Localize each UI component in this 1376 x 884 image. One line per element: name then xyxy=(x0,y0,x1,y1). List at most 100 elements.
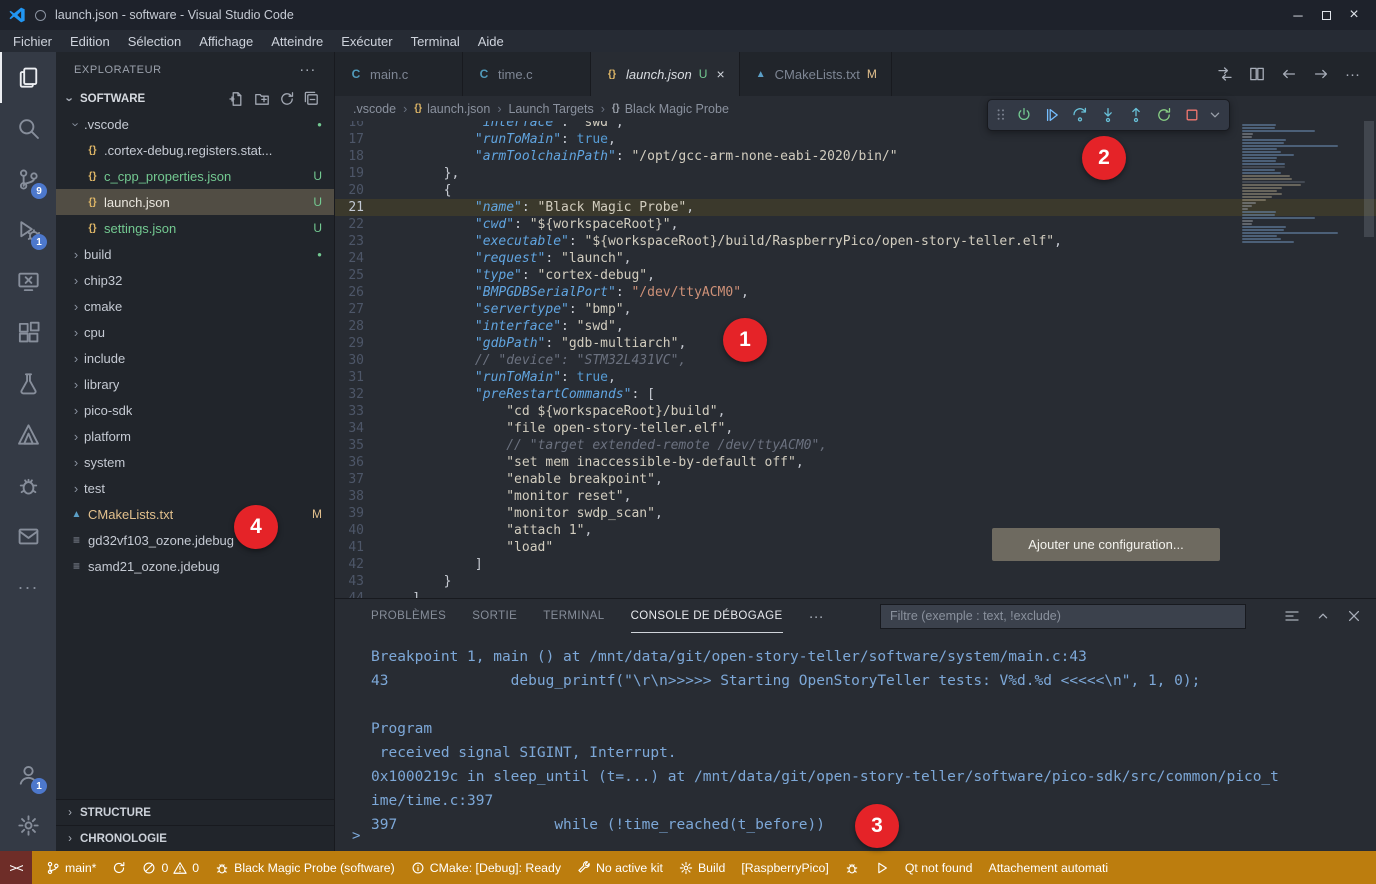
explorer-section-header[interactable]: › SOFTWARE xyxy=(56,87,334,111)
activity-item-screen[interactable] xyxy=(0,256,56,307)
tree-item-pico-sdk[interactable]: ›pico-sdk xyxy=(56,397,334,423)
panel-tab-console-de-débogage[interactable]: CONSOLE DE DÉBOGAGE xyxy=(631,599,783,633)
continue-icon[interactable] xyxy=(1038,102,1065,128)
tree-item-gd32vf103-ozone.jdebug[interactable]: ≡gd32vf103_ozone.jdebug xyxy=(56,527,334,553)
code-line-22[interactable]: 22 "cwd": "${workspaceRoot}", xyxy=(335,216,1376,233)
restart-icon[interactable] xyxy=(1150,102,1177,128)
code-line-32[interactable]: 32 "preRestartCommands": [ xyxy=(335,386,1376,403)
code-line-27[interactable]: 27 "servertype": "bmp", xyxy=(335,301,1376,318)
status-launch[interactable] xyxy=(867,851,897,884)
code-line-36[interactable]: 36 "set mem inaccessible-by-default off"… xyxy=(335,454,1376,471)
code-line-30[interactable]: 30 // "device": "STM32L431VC", xyxy=(335,352,1376,369)
minimize-icon[interactable]: ─ xyxy=(1284,3,1312,27)
status-auto-attach[interactable]: Attachement automati xyxy=(981,851,1117,884)
activity-item-settings[interactable] xyxy=(0,800,56,851)
code-line-21[interactable]: 21 "name": "Black Magic Probe", xyxy=(335,199,1376,216)
section-chronologie[interactable]: ›CHRONOLOGIE xyxy=(56,825,334,851)
tree-item-.vscode[interactable]: ›.vscode● xyxy=(56,111,334,137)
tree-item-cmakelists.txt[interactable]: ▲CMakeLists.txtM xyxy=(56,501,334,527)
status-debug[interactable] xyxy=(837,851,867,884)
tree-item-platform[interactable]: ›platform xyxy=(56,423,334,449)
step-into-icon[interactable] xyxy=(1094,102,1121,128)
activity-item-mail[interactable] xyxy=(0,511,56,562)
explorer-more-icon[interactable]: ··· xyxy=(299,61,316,78)
activity-item-extensions[interactable] xyxy=(0,307,56,358)
status-branch[interactable]: main* xyxy=(38,851,104,884)
status-cmake-status[interactable]: CMake: [Debug]: Ready xyxy=(403,851,569,884)
compare-icon[interactable] xyxy=(1217,66,1233,82)
activity-item-cmake[interactable] xyxy=(0,409,56,460)
tree-item-test[interactable]: ›test xyxy=(56,475,334,501)
step-out-icon[interactable] xyxy=(1122,102,1149,128)
tab-time.c[interactable]: Ctime.c xyxy=(463,52,591,96)
new-folder-icon[interactable] xyxy=(254,91,270,107)
code-line-43[interactable]: 43 } xyxy=(335,573,1376,590)
menu-edition[interactable]: Edition xyxy=(61,30,119,52)
activity-item-more[interactable]: ··· xyxy=(0,562,56,613)
refresh-icon[interactable] xyxy=(279,91,295,107)
menu-sélection[interactable]: Sélection xyxy=(119,30,190,52)
status-problems[interactable]: 00 xyxy=(134,851,207,884)
code-line-24[interactable]: 24 "request": "launch", xyxy=(335,250,1376,267)
tab-main.c[interactable]: Cmain.c xyxy=(335,52,463,96)
chevron-down-icon[interactable] xyxy=(1206,102,1224,128)
console-filter-input[interactable] xyxy=(880,604,1246,629)
section-structure[interactable]: ›STRUCTURE xyxy=(56,799,334,825)
menu-affichage[interactable]: Affichage xyxy=(190,30,262,52)
code-line-19[interactable]: 19 }, xyxy=(335,165,1376,182)
close-icon[interactable]: × xyxy=(716,66,724,82)
panel-tab-terminal[interactable]: TERMINAL xyxy=(543,599,604,633)
menu-terminal[interactable]: Terminal xyxy=(402,30,469,52)
code-line-25[interactable]: 25 "type": "cortex-debug", xyxy=(335,267,1376,284)
panel-more-icon[interactable]: ··· xyxy=(809,608,824,625)
code-line-35[interactable]: 35 // "target extended-remote /dev/ttyAC… xyxy=(335,437,1376,454)
code-line-37[interactable]: 37 "enable breakpoint", xyxy=(335,471,1376,488)
code-line-38[interactable]: 38 "monitor reset", xyxy=(335,488,1376,505)
breadcrumb-item-black-magic-probe[interactable]: {}Black Magic Probe xyxy=(612,102,729,116)
tree-item-c-cpp-properties.json[interactable]: {}c_cpp_properties.jsonU xyxy=(56,163,334,189)
tree-item-launch.json[interactable]: {}launch.jsonU xyxy=(56,189,334,215)
breadcrumb-item-launch.json[interactable]: {}launch.json xyxy=(414,102,490,116)
status-build[interactable]: Build xyxy=(671,851,733,884)
tree-item-include[interactable]: ›include xyxy=(56,345,334,371)
menu-exécuter[interactable]: Exécuter xyxy=(332,30,401,52)
remote-indicator[interactable]: >< xyxy=(0,851,32,884)
close-icon[interactable] xyxy=(1346,608,1362,624)
tree-item-samd21-ozone.jdebug[interactable]: ≡samd21_ozone.jdebug xyxy=(56,553,334,579)
activity-item-source-control[interactable]: 9 xyxy=(0,154,56,205)
editor-scrollbar[interactable] xyxy=(1364,121,1374,237)
activity-item-account[interactable]: 1 xyxy=(0,749,56,800)
output-lines-icon[interactable] xyxy=(1284,608,1300,624)
breadcrumb-item-.vscode[interactable]: .vscode xyxy=(353,102,396,116)
collapse-all-icon[interactable] xyxy=(304,91,320,107)
activity-item-testing[interactable] xyxy=(0,358,56,409)
tab-launch.json[interactable]: {}launch.jsonU× xyxy=(591,52,740,96)
tree-item-chip32[interactable]: ›chip32 xyxy=(56,267,334,293)
tree-item-.cortex-debug.registers.stat...[interactable]: {}.cortex-debug.registers.stat... xyxy=(56,137,334,163)
stop-icon[interactable] xyxy=(1178,102,1205,128)
tree-item-system[interactable]: ›system xyxy=(56,449,334,475)
code-line-33[interactable]: 33 "cd ${workspaceRoot}/build", xyxy=(335,403,1376,420)
activity-item-run-debug[interactable]: 1 xyxy=(0,205,56,256)
maximize-icon[interactable] xyxy=(1312,3,1340,27)
power-icon[interactable] xyxy=(1010,102,1037,128)
tree-item-settings.json[interactable]: {}settings.jsonU xyxy=(56,215,334,241)
tree-item-cmake[interactable]: ›cmake xyxy=(56,293,334,319)
code-line-20[interactable]: 20 { xyxy=(335,182,1376,199)
tree-item-library[interactable]: ›library xyxy=(56,371,334,397)
arrow-right-icon[interactable] xyxy=(1313,66,1329,82)
code-line-26[interactable]: 26 "BMPGDBSerialPort": "/dev/ttyACM0", xyxy=(335,284,1376,301)
breadcrumb-item-launch-targets[interactable]: Launch Targets xyxy=(508,102,593,116)
code-line-39[interactable]: 39 "monitor swdp_scan", xyxy=(335,505,1376,522)
status-build-target[interactable]: [RaspberryPico] xyxy=(733,851,836,884)
minimap[interactable] xyxy=(1242,121,1362,244)
new-file-icon[interactable] xyxy=(229,91,245,107)
code-line-31[interactable]: 31 "runToMain": true, xyxy=(335,369,1376,386)
tab-cmakelists.txt[interactable]: ▲CMakeLists.txtM xyxy=(740,52,892,96)
code-line-28[interactable]: 28 "interface": "swd", xyxy=(335,318,1376,335)
code-line-34[interactable]: 34 "file open-story-teller.elf", xyxy=(335,420,1376,437)
activity-item-search[interactable] xyxy=(0,103,56,154)
activity-item-explorer[interactable] xyxy=(0,52,56,103)
split-icon[interactable] xyxy=(1249,66,1265,82)
code-line-23[interactable]: 23 "executable": "${workspaceRoot}/build… xyxy=(335,233,1376,250)
